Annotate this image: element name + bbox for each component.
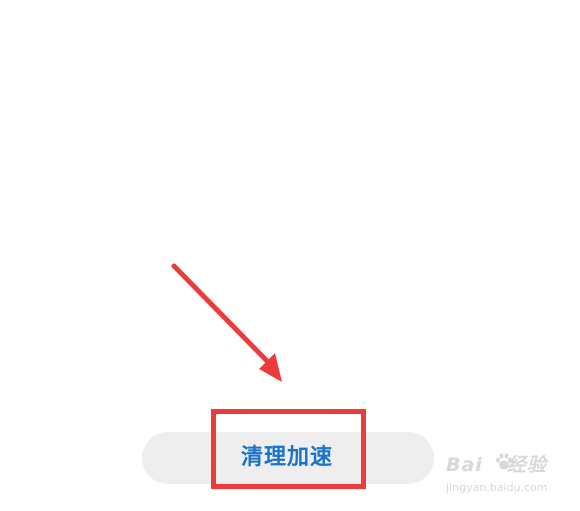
baidu-jingyan-watermark: Bai 经验 jingyan.baidu.com [446, 450, 566, 500]
watermark-subtitle: jingyan.baidu.com [446, 481, 548, 494]
screen: 清理加速 Bai 经验 jingyan.baidu.com [0, 0, 580, 511]
baidu-paw-icon [496, 453, 512, 470]
clean-accelerate-label[interactable]: 清理加速 [214, 432, 360, 484]
